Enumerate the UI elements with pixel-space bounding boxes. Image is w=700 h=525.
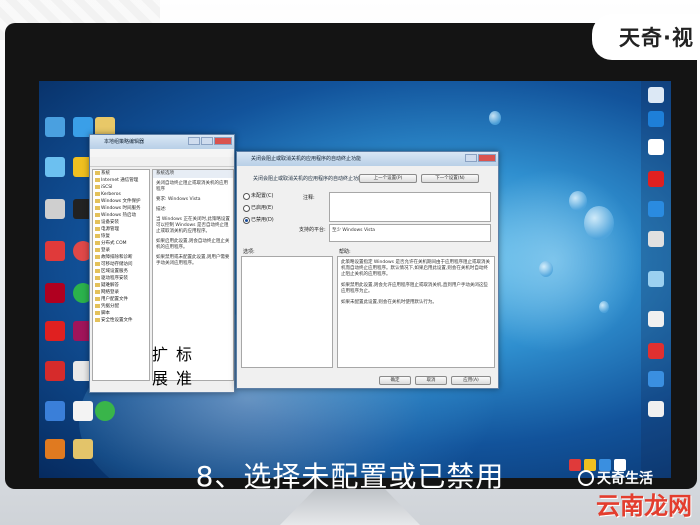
sidebar-icon[interactable] — [648, 311, 664, 327]
tree-node[interactable]: 驱动程序安装 — [93, 275, 149, 282]
apply-button[interactable]: 应用(A) — [451, 376, 491, 385]
radio-enabled[interactable]: 已启用(E) — [243, 204, 273, 212]
desktop-icon[interactable] — [41, 117, 69, 137]
policy-editor-window[interactable]: 本地组策略编辑器 系统 Internet 通信管理 iSCSI Kerberos… — [89, 134, 235, 393]
tree-node[interactable]: Internet 通信管理 — [93, 177, 149, 184]
tree-node[interactable]: 脚本 — [93, 310, 149, 317]
help-text: 此策略设置指定 Windows 是否允许在关机期间由于应用程序阻止或取消关机而自… — [341, 260, 490, 277]
water-drop — [599, 301, 609, 313]
desktop-screen: 本地组策略编辑器 系统 Internet 通信管理 iSCSI Kerberos… — [39, 81, 671, 478]
minimize-button[interactable] — [188, 137, 200, 145]
desktop-icon[interactable] — [41, 157, 69, 177]
tab-standard[interactable]: 标准 — [176, 341, 198, 389]
tab-extended[interactable]: 扩展 — [152, 341, 174, 389]
prev-setting-button[interactable]: 上一个设置(P) — [359, 174, 417, 183]
tree-node[interactable]: Windows 时间服务 — [93, 205, 149, 212]
comment-field[interactable] — [329, 192, 491, 222]
policy-editor-title: 本地组策略编辑器 — [104, 139, 145, 145]
tree-node[interactable]: Windows 热启动 — [93, 212, 149, 219]
site-watermark: 云南龙网 — [596, 492, 692, 520]
help-text: 如果未配置此设置,则会在关机时使用默认行为。 — [341, 300, 437, 305]
brand-watermark-top: 天奇·视 — [592, 14, 700, 60]
close-button[interactable] — [214, 137, 232, 145]
next-setting-button[interactable]: 下一个设置(N) — [421, 174, 479, 183]
brand-bottom-text: 天奇生活 — [597, 471, 653, 487]
tree-node[interactable]: iSCSI — [93, 184, 149, 191]
sidebar-icon[interactable] — [648, 371, 664, 387]
help-pane: 此策略设置指定 Windows 是否允许在关机期间由于应用程序阻止或取消关机而自… — [337, 256, 495, 368]
desktop-icon[interactable] — [41, 283, 69, 303]
tree-node[interactable]: 凭据分配 — [93, 303, 149, 310]
sidebar-icon[interactable] — [648, 111, 664, 127]
help-label: 帮助: — [339, 249, 351, 255]
tree-node[interactable]: 系统 — [93, 170, 149, 177]
brand-top-text: 天奇·视 — [619, 26, 694, 50]
toolbar[interactable] — [90, 157, 234, 167]
water-drop — [584, 206, 614, 240]
detail-text: 当 Windows 正在关闭时,此策略设置可以控制 Windows 是否自动终止… — [156, 217, 230, 234]
desktop-sidebar — [641, 81, 671, 478]
sidebar-icon[interactable] — [648, 201, 664, 217]
tree-node[interactable]: 网络登录 — [93, 289, 149, 296]
brand-logo-icon — [578, 470, 594, 486]
options-label: 选项: — [243, 249, 255, 255]
tree-node[interactable]: Kerberos — [93, 191, 149, 198]
tree-node[interactable]: 登录 — [93, 247, 149, 254]
desktop-icon[interactable] — [41, 321, 69, 341]
water-drop — [539, 261, 553, 277]
tree-node[interactable]: 区域设置服务 — [93, 268, 149, 275]
sidebar-icon[interactable] — [648, 139, 664, 155]
water-drop — [489, 111, 501, 125]
policy-editor-titlebar[interactable]: 本地组策略编辑器 — [90, 135, 234, 149]
sidebar-icon[interactable] — [648, 271, 664, 287]
help-text: 如果禁用此设置,则会允许应用程序阻止或取消关机,直到用户手动关闭这些应用程序为止… — [341, 283, 488, 294]
detail-text: 关闭自动终止阻止或取消关机的应用程序 — [156, 181, 228, 192]
radio-not-configured[interactable]: 未配置(C) — [243, 192, 273, 200]
sidebar-icon[interactable] — [648, 343, 664, 359]
minimize-button[interactable] — [465, 154, 477, 162]
sidebar-icon[interactable] — [648, 87, 664, 103]
desktop-icon[interactable] — [41, 199, 69, 219]
desktop-icon[interactable] — [91, 401, 119, 421]
dialog-titlebar[interactable]: 关闭会阻止或取消关机的应用程序的自动终止功能 — [237, 152, 498, 166]
supported-label: 支持的平台: — [299, 227, 326, 233]
sidebar-icon[interactable] — [648, 171, 664, 187]
monitor-frame: 本地组策略编辑器 系统 Internet 通信管理 iSCSI Kerberos… — [5, 23, 697, 489]
tree-node[interactable]: 分布式 COM — [93, 240, 149, 247]
comment-label: 注释: — [303, 195, 315, 201]
close-button[interactable] — [478, 154, 496, 162]
tree-node[interactable]: 设备安装 — [93, 219, 149, 226]
tree-node[interactable]: 可移动存储访问 — [93, 261, 149, 268]
water-drop — [569, 191, 587, 211]
tree-node[interactable]: 疑难解答 — [93, 282, 149, 289]
tree-node[interactable]: Windows 文件保护 — [93, 198, 149, 205]
tree-node[interactable]: 用户配置文件 — [93, 296, 149, 303]
detail-text: 要求: Windows Vista — [156, 197, 201, 202]
supported-platform-field: 至少 Windows Vista — [329, 224, 491, 242]
sidebar-icon[interactable] — [648, 231, 664, 247]
tree-node[interactable]: 电源管理 — [93, 226, 149, 233]
options-pane[interactable] — [241, 256, 333, 368]
brand-watermark-bottom: 天奇生活 — [578, 468, 686, 488]
ok-button[interactable]: 确定 — [379, 376, 411, 385]
tree-node[interactable]: 故障排除和诊断 — [93, 254, 149, 261]
detail-text: 如果启用此设置,则会自动终止阻止关机的应用程序。 — [156, 239, 230, 250]
dialog-title: 关闭会阻止或取消关机的应用程序的自动终止功能 — [251, 156, 362, 162]
dialog-heading-text: 关闭会阻止或取消关机的应用程序的自动终止功能 — [253, 176, 364, 182]
detail-header: 系统选项 — [153, 170, 233, 178]
tree-node[interactable]: 安全性设置文件 — [93, 317, 149, 324]
cancel-button[interactable]: 取消 — [415, 376, 447, 385]
policy-setting-dialog[interactable]: 关闭会阻止或取消关机的应用程序的自动终止功能 关闭会阻止或取消关机的应用程序的自… — [236, 151, 499, 389]
sidebar-icon[interactable] — [648, 401, 664, 417]
detail-text: 如果禁用或未配置此设置,则用户需要手动关闭应用程序。 — [156, 255, 230, 266]
maximize-button[interactable] — [201, 137, 213, 145]
desktop-icon[interactable] — [41, 361, 69, 381]
desktop-icon[interactable] — [41, 401, 69, 421]
menu-bar[interactable] — [90, 149, 234, 157]
detail-text: 描述: — [156, 207, 167, 212]
tree-node[interactable]: 恢复 — [93, 233, 149, 240]
radio-disabled[interactable]: 已禁用(D) — [243, 216, 274, 224]
desktop-icon[interactable] — [41, 241, 69, 261]
policy-tree[interactable]: 系统 Internet 通信管理 iSCSI Kerberos Windows … — [92, 169, 150, 381]
